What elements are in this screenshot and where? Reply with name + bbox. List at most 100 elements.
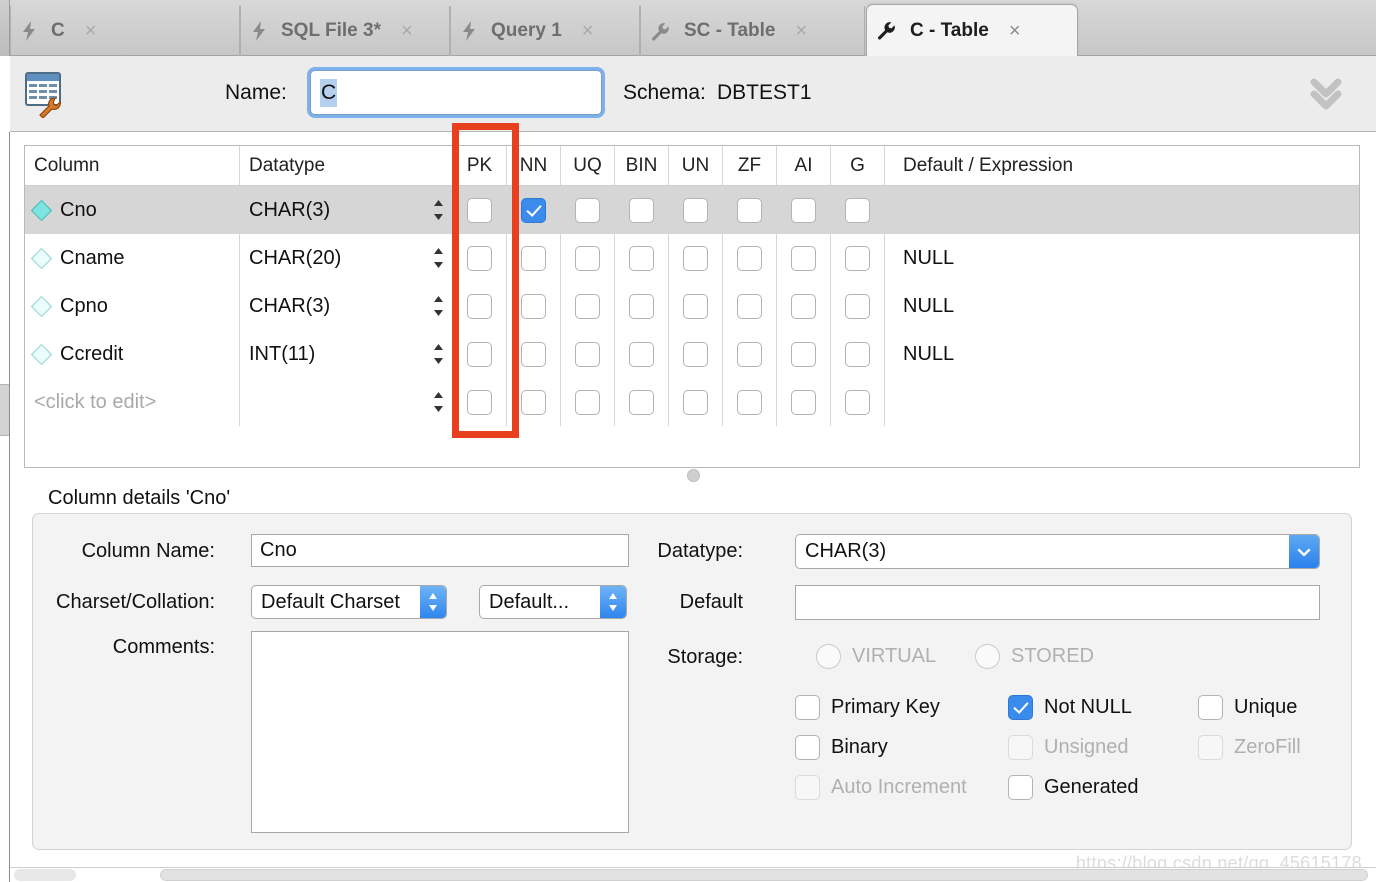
row-pk-cell[interactable]	[453, 378, 507, 426]
tab-sc-table[interactable]: SC - Table ×	[640, 6, 865, 56]
tab-c-table[interactable]: C - Table ×	[866, 4, 1078, 56]
table-name-field-wrap[interactable]: C	[310, 70, 602, 115]
row-nn-cell[interactable]	[507, 282, 561, 330]
tab-c[interactable]: C ×	[10, 6, 240, 56]
flag-unique[interactable]: Unique	[1198, 695, 1297, 720]
radio-icon[interactable]	[975, 644, 1000, 669]
chevron-down-icon[interactable]	[1289, 535, 1319, 568]
row-default-cell[interactable]: NULL	[885, 282, 1359, 330]
unsigned-checkbox[interactable]	[1008, 735, 1033, 760]
grid-header-uq[interactable]: UQ	[561, 146, 615, 185]
flag-zerofill[interactable]: ZeroFill	[1198, 735, 1301, 760]
row-datatype-cell[interactable]: INT(11)	[240, 330, 453, 378]
grid-header-zf[interactable]: ZF	[723, 146, 777, 185]
row-pk-cell[interactable]	[453, 234, 507, 282]
row-default-cell[interactable]	[885, 186, 1359, 234]
row-uq-cell[interactable]	[561, 186, 615, 234]
grid-header-bin[interactable]: BIN	[615, 146, 669, 185]
row-default-cell[interactable]: NULL	[885, 330, 1359, 378]
grid-header-default[interactable]: Default / Expression	[885, 146, 1359, 185]
flag-generated[interactable]: Generated	[1008, 775, 1139, 800]
datatype-stepper-icon[interactable]	[432, 294, 445, 318]
row-column-name-cell[interactable]: Cpno	[25, 282, 240, 330]
nn-checkbox[interactable]	[521, 245, 546, 271]
ai-checkbox[interactable]	[791, 197, 816, 223]
g-checkbox[interactable]	[845, 293, 870, 319]
table-name-input[interactable]	[311, 71, 601, 114]
ai-checkbox[interactable]	[791, 293, 816, 319]
zf-checkbox[interactable]	[737, 293, 762, 319]
un-checkbox[interactable]	[683, 389, 708, 415]
row-zf-cell[interactable]	[723, 330, 777, 378]
double-chevron-down-icon[interactable]	[1304, 74, 1348, 114]
zf-checkbox[interactable]	[737, 245, 762, 271]
row-ai-cell[interactable]	[777, 282, 831, 330]
table-row[interactable]: Cpno CHAR(3) NULL	[25, 282, 1359, 330]
row-ai-cell[interactable]	[777, 330, 831, 378]
horizontal-scrollbar[interactable]	[10, 867, 1376, 882]
row-uq-cell[interactable]	[561, 282, 615, 330]
zf-checkbox[interactable]	[737, 197, 762, 223]
panel-splitter-handle[interactable]	[687, 469, 700, 482]
row-g-cell[interactable]	[831, 378, 885, 426]
nn-checkbox[interactable]	[521, 389, 546, 415]
pk-checkbox[interactable]	[467, 341, 492, 367]
flag-binary[interactable]: Binary	[795, 735, 888, 760]
row-g-cell[interactable]	[831, 282, 885, 330]
zf-checkbox[interactable]	[737, 389, 762, 415]
bin-checkbox[interactable]	[629, 197, 654, 223]
row-column-name-cell[interactable]: Cname	[25, 234, 240, 282]
row-uq-cell[interactable]	[561, 330, 615, 378]
bin-checkbox[interactable]	[629, 245, 654, 271]
row-bin-cell[interactable]	[615, 186, 669, 234]
row-default-cell[interactable]: NULL	[885, 234, 1359, 282]
row-nn-cell[interactable]	[507, 234, 561, 282]
close-icon[interactable]: ×	[576, 21, 600, 41]
row-zf-cell[interactable]	[723, 186, 777, 234]
row-default-cell[interactable]	[885, 378, 1359, 426]
auto-increment-checkbox[interactable]	[795, 775, 820, 800]
row-bin-cell[interactable]	[615, 378, 669, 426]
ai-checkbox[interactable]	[791, 389, 816, 415]
left-rail-tab[interactable]	[0, 384, 9, 436]
grid-header-un[interactable]: UN	[669, 146, 723, 185]
un-checkbox[interactable]	[683, 245, 708, 271]
row-zf-cell[interactable]	[723, 378, 777, 426]
row-nn-cell[interactable]	[507, 186, 561, 234]
bin-checkbox[interactable]	[629, 341, 654, 367]
binary-checkbox[interactable]	[795, 735, 820, 760]
generated-checkbox[interactable]	[1008, 775, 1033, 800]
uq-checkbox[interactable]	[575, 197, 600, 223]
row-column-name-cell[interactable]: Ccredit	[25, 330, 240, 378]
close-icon[interactable]: ×	[1003, 21, 1027, 41]
row-bin-cell[interactable]	[615, 330, 669, 378]
storage-option-virtual[interactable]: VIRTUAL	[816, 644, 936, 669]
grid-header-ai[interactable]: AI	[777, 146, 831, 185]
close-icon[interactable]: ×	[79, 21, 103, 41]
row-bin-cell[interactable]	[615, 282, 669, 330]
pk-checkbox[interactable]	[467, 389, 492, 415]
un-checkbox[interactable]	[683, 293, 708, 319]
not-null-checkbox[interactable]	[1008, 695, 1033, 720]
charset-select[interactable]: Default Charset	[251, 585, 447, 619]
row-nn-cell[interactable]	[507, 378, 561, 426]
uq-checkbox[interactable]	[575, 389, 600, 415]
row-un-cell[interactable]	[669, 282, 723, 330]
row-column-name-cell[interactable]: Cno	[25, 186, 240, 234]
row-ai-cell[interactable]	[777, 378, 831, 426]
pk-checkbox[interactable]	[467, 293, 492, 319]
comments-textarea[interactable]	[251, 631, 629, 833]
column-name-input[interactable]	[251, 534, 629, 567]
ai-checkbox[interactable]	[791, 341, 816, 367]
grid-header-column[interactable]: Column	[25, 146, 240, 185]
row-bin-cell[interactable]	[615, 234, 669, 282]
table-row[interactable]: Ccredit INT(11) NULL	[25, 330, 1359, 378]
grid-header-nn[interactable]: NN	[507, 146, 561, 185]
row-un-cell[interactable]	[669, 330, 723, 378]
datatype-stepper-icon[interactable]	[432, 246, 445, 270]
row-un-cell[interactable]	[669, 234, 723, 282]
default-input[interactable]	[795, 585, 1320, 620]
zf-checkbox[interactable]	[737, 341, 762, 367]
row-datatype-cell[interactable]: CHAR(20)	[240, 234, 453, 282]
row-pk-cell[interactable]	[453, 186, 507, 234]
